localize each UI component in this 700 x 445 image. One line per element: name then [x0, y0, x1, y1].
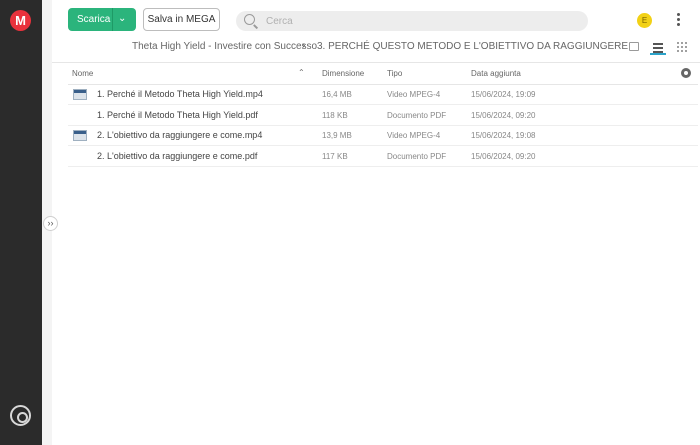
thumbnail-view-icon[interactable]: [629, 42, 639, 51]
file-name: 2. L'obiettivo da raggiungere e come.mp4: [97, 130, 263, 140]
file-size: 117 KB: [322, 152, 348, 161]
breadcrumb-parent[interactable]: Theta High Yield - Investire con Success…: [132, 41, 317, 52]
file-size: 118 KB: [322, 111, 348, 120]
mega-logo[interactable]: M: [10, 10, 31, 31]
chevron-right-icon: ›: [302, 40, 306, 51]
expand-sidebar-icon[interactable]: ››: [43, 216, 58, 231]
file-name: 1. Perché il Metodo Theta High Yield.mp4: [97, 89, 263, 99]
video-thumbnail-icon: [73, 89, 87, 100]
download-button[interactable]: Scarica ⌄: [68, 8, 136, 31]
file-type: Documento PDF: [387, 111, 447, 120]
search-icon: [244, 14, 255, 25]
transfer-manager-icon[interactable]: [10, 405, 31, 426]
grid-view-icon[interactable]: [677, 42, 687, 52]
file-size: 16,4 MB: [322, 90, 352, 99]
row-divider: [68, 145, 698, 146]
file-name: 2. L'obiettivo da raggiungere e come.pdf: [97, 151, 258, 161]
divider: [52, 62, 700, 63]
file-date: 15/06/2024, 09:20: [471, 111, 536, 120]
video-thumbnail-icon: [73, 130, 87, 141]
table-row[interactable]: 1. Perché il Metodo Theta High Yield.mp4…: [68, 85, 698, 105]
download-label: Scarica: [77, 14, 111, 25]
table-row[interactable]: 2. L'obiettivo da raggiungere e come.mp4…: [68, 126, 698, 146]
more-menu-icon[interactable]: [676, 13, 682, 29]
table-row[interactable]: 1. Perché il Metodo Theta High Yield.pdf…: [68, 106, 698, 126]
column-header-date[interactable]: Data aggiunta: [471, 69, 521, 78]
column-header-type[interactable]: Tipo: [387, 69, 402, 78]
column-header-size[interactable]: Dimensione: [322, 69, 364, 78]
file-date: 15/06/2024, 19:08: [471, 131, 536, 140]
chevron-down-icon[interactable]: ⌄: [118, 13, 126, 24]
file-name: 1. Perché il Metodo Theta High Yield.pdf: [97, 110, 258, 120]
file-type: Video MPEG-4: [387, 90, 441, 99]
gear-icon[interactable]: [681, 68, 691, 78]
table-row[interactable]: 2. L'obiettivo da raggiungere e come.pdf…: [68, 147, 698, 167]
file-size: 13,9 MB: [322, 131, 352, 140]
file-type: Documento PDF: [387, 152, 447, 161]
search-bar[interactable]: [236, 11, 588, 31]
file-date: 15/06/2024, 09:20: [471, 152, 536, 161]
sort-ascending-icon[interactable]: ⌃: [298, 68, 305, 77]
file-date: 15/06/2024, 19:09: [471, 90, 536, 99]
download-divider: [112, 8, 113, 31]
row-divider: [68, 104, 698, 105]
breadcrumb-current: 3. PERCHÉ QUESTO METODO E L'OBIETTIVO DA…: [317, 41, 629, 52]
save-to-mega-button[interactable]: Salva in MEGA: [143, 8, 220, 31]
search-input[interactable]: [266, 14, 566, 28]
list-view-icon[interactable]: [650, 39, 666, 55]
left-rail: [0, 0, 42, 445]
file-type: Video MPEG-4: [387, 131, 441, 140]
row-divider: [68, 166, 698, 167]
column-header-name[interactable]: Nome: [72, 69, 93, 78]
avatar[interactable]: E: [637, 13, 652, 28]
